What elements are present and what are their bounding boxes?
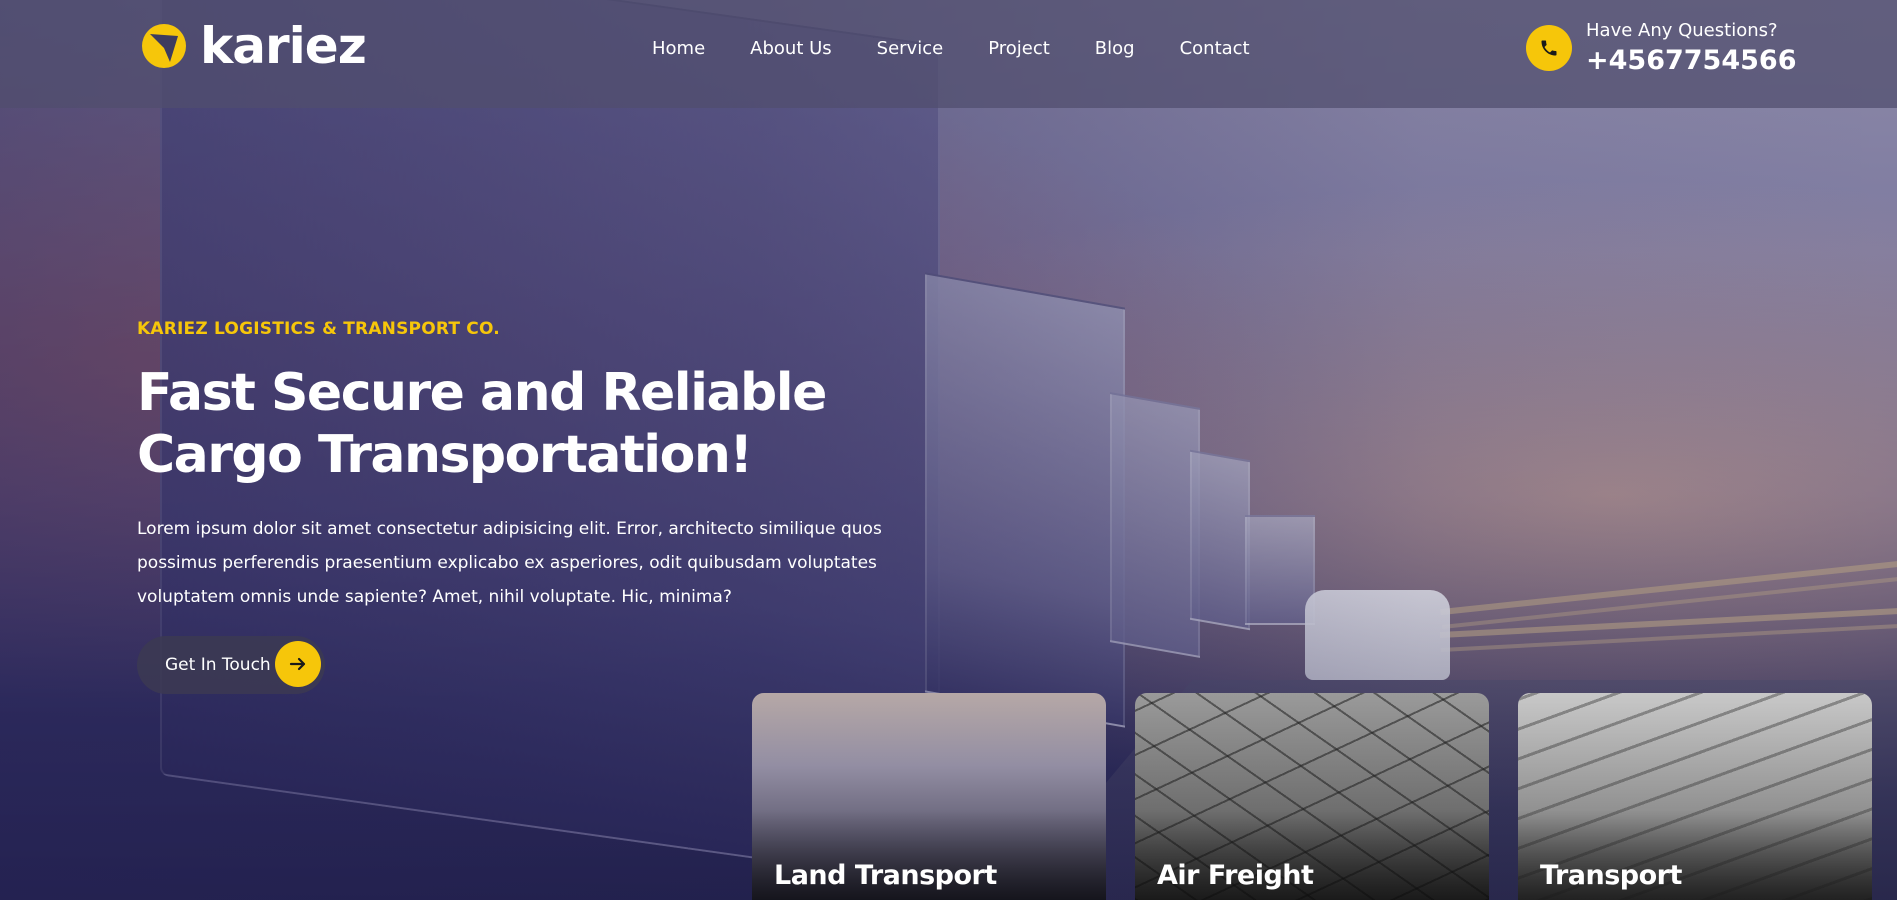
service-card-title: Land Transport (774, 860, 997, 891)
get-in-touch-button[interactable]: Get In Touch (137, 636, 325, 694)
site-header: kariez Home About Us Service Project Blo… (0, 0, 1897, 108)
hero-eyebrow: KARIEZ LOGISTICS & TRANSPORT CO. (137, 319, 500, 339)
logo-text: kariez (200, 17, 367, 75)
main-nav: Home About Us Service Project Blog Conta… (652, 38, 1295, 59)
nav-item-project[interactable]: Project (988, 38, 1050, 59)
contact-text: Have Any Questions? +4567754566 (1586, 20, 1797, 76)
get-in-touch-label: Get In Touch (165, 655, 271, 675)
nav-item-contact[interactable]: Contact (1180, 38, 1250, 59)
service-card-title: Transport (1540, 860, 1682, 891)
hero-title: Fast Secure and Reliable Cargo Transport… (137, 363, 827, 485)
nav-item-about-us[interactable]: About Us (750, 38, 832, 59)
service-card-air-freight[interactable]: Air Freight (1135, 693, 1489, 900)
nav-item-blog[interactable]: Blog (1095, 38, 1135, 59)
service-card-land-transport[interactable]: Land Transport (752, 693, 1106, 900)
nav-item-home[interactable]: Home (652, 38, 705, 59)
contact-question: Have Any Questions? (1586, 20, 1778, 41)
service-card-transport[interactable]: Transport (1518, 693, 1872, 900)
hero-section: KARIEZ LOGISTICS & TRANSPORT CO. Fast Se… (0, 0, 1897, 900)
nav-item-service[interactable]: Service (877, 38, 944, 59)
hero-description: Lorem ipsum dolor sit amet consectetur a… (137, 519, 882, 607)
logo-icon (140, 22, 188, 70)
header-contact: Have Any Questions? +4567754566 (1526, 20, 1797, 76)
contact-phone-number[interactable]: +4567754566 (1586, 45, 1797, 76)
logo[interactable]: kariez (140, 17, 367, 75)
arrow-right-icon (275, 641, 321, 687)
service-card-title: Air Freight (1157, 860, 1314, 891)
phone-icon[interactable] (1526, 25, 1572, 71)
